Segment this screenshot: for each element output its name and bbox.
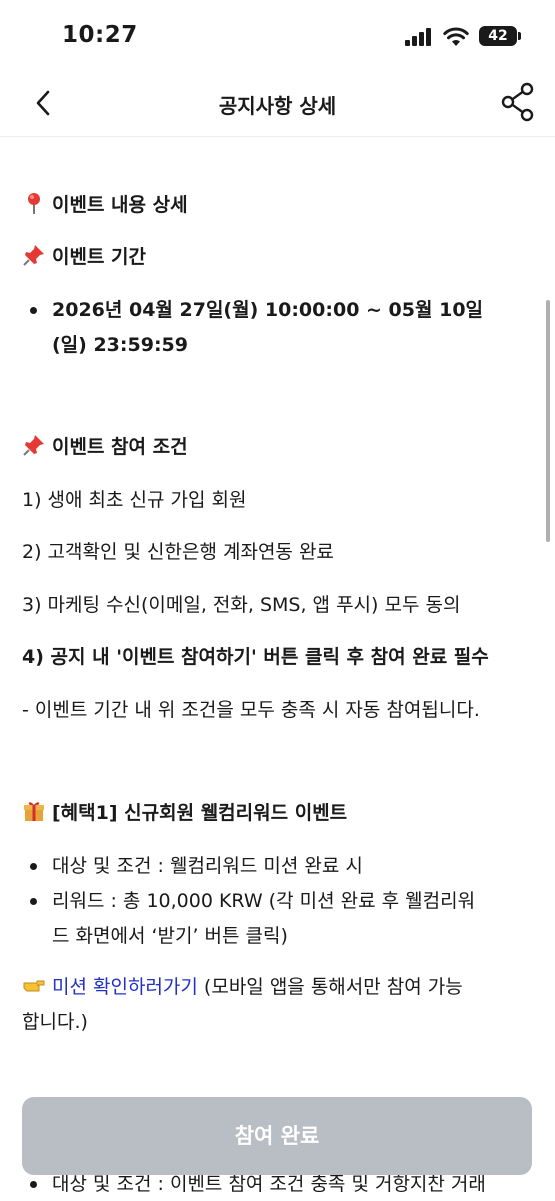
benefit1-bullet2-line2: 드 화면에서 ‘받기’ 버튼 클릭): [52, 925, 288, 947]
mission-link-row: 미션 확인하러가기 (모바일 앱을 통해서만 참여 가능: [22, 970, 463, 1004]
pushpin-icon: [23, 435, 44, 456]
nav-bar: 공지사항 상세: [0, 70, 555, 137]
status-bar: 10:27 42: [0, 0, 555, 70]
conditions-heading-text: 이벤트 참여 조건: [52, 436, 188, 458]
bullet-dot: [30, 898, 37, 905]
mission-link[interactable]: 미션 확인하러가기: [52, 976, 198, 998]
period-heading: 이벤트 기간: [22, 240, 146, 274]
cellular-signal-icon: [405, 28, 431, 46]
participation-complete-button[interactable]: 참여 완료: [22, 1097, 532, 1175]
period-text-line1: 2026년 04월 27일(월) 10:00:00 ~ 05월 10일: [52, 299, 484, 321]
benefit1-heading-text: [혜택1] 신규회원 웰컴리워드 이벤트: [52, 802, 348, 824]
pushpin-icon: [23, 245, 44, 266]
scrollbar[interactable]: [546, 300, 550, 542]
conditions-note: - 이벤트 기간 내 위 조건을 모두 충족 시 자동 참여됩니다.: [22, 699, 480, 721]
condition-item-1: 1) 생애 최초 신규 가입 회원: [22, 489, 247, 511]
share-button[interactable]: [495, 78, 541, 124]
benefit1-bullet2-line1: 리워드 : 총 10,000 KRW (각 미션 완료 후 웰컴리워: [52, 890, 476, 912]
pin-icon: [28, 193, 40, 214]
period-text-line2: (일) 23:59:59: [52, 334, 188, 356]
condition-item-2: 2) 고객확인 및 신한은행 계좌연동 완료: [22, 541, 334, 563]
period-heading-text: 이벤트 기간: [52, 246, 147, 268]
gift-icon: [24, 802, 44, 821]
mission-link-line2: 합니다.): [22, 1011, 88, 1033]
battery-cap: [518, 32, 521, 40]
page-title: 공지사항 상세: [218, 94, 337, 118]
conditions-heading: 이벤트 참여 조건: [22, 430, 188, 464]
bullet-dot: [30, 1181, 37, 1188]
condition-item-4: 4) 공지 내 '이벤트 참여하기' 버튼 클릭 후 참여 완료 필수: [22, 646, 489, 668]
battery-icon: 42: [479, 26, 517, 46]
mission-link-suffix: (모바일 앱을 통해서만 참여 가능: [197, 976, 463, 998]
benefit1-heading: [혜택1] 신규회원 웰컴리워드 이벤트: [22, 796, 347, 830]
bullet-dot: [30, 863, 37, 870]
condition-item-3: 3) 마케팅 수신(이메일, 전화, SMS, 앱 푸시) 모두 동의: [22, 594, 461, 616]
share-icon: [501, 82, 534, 122]
pointing-hand-icon: [23, 980, 45, 992]
benefit1-bullet1: 대상 및 조건 : 웰컴리워드 미션 완료 시: [52, 855, 363, 877]
bullet-dot: [30, 307, 37, 314]
section-title-text: 이벤트 내용 상세: [52, 194, 188, 216]
wifi-icon: [443, 27, 469, 46]
status-time: 10:27: [62, 22, 138, 48]
section-title: 이벤트 내용 상세: [22, 188, 188, 222]
